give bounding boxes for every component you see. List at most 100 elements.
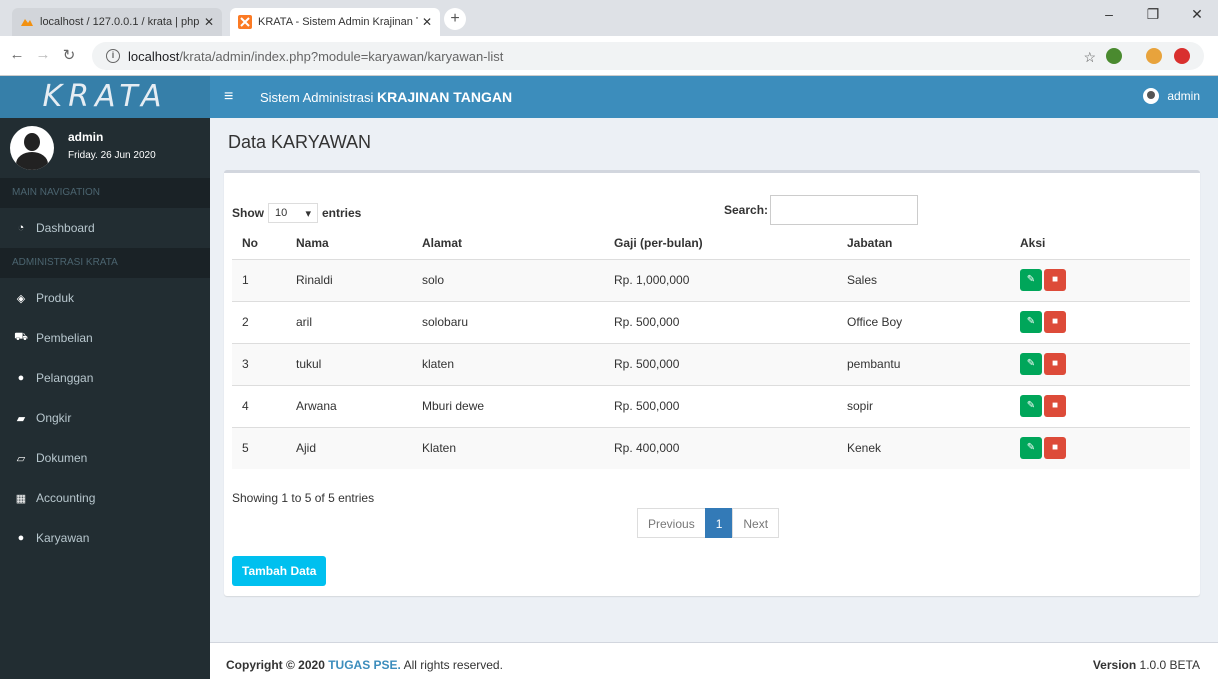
version-info: Version 1.0.0 BETA [1092,658,1200,672]
copyright: Copyright © 2020 TUGAS PSE. All rights r… [226,658,503,672]
edit-button[interactable]: ✎ [1020,437,1042,460]
cell-aksi: ✎ ■ [1010,426,1190,469]
bookmark-star-icon[interactable]: ☆ [1083,49,1096,66]
close-window-button[interactable]: ✕ [1182,6,1212,23]
cell-aksi: ✎ ■ [1010,342,1190,385]
admin-nav-header: ADMINISTRASI KRATA [0,248,210,278]
search-control: Search: [724,195,919,225]
data-box: Show 10 ▾ entries Search: No Nama Alamat … [224,170,1200,596]
cell-aksi: ✎ ■ [1010,300,1190,343]
url-path: /krata/admin/index.php?module=karyawan/k… [179,48,504,64]
sidebar-item-label: Ongkir [36,411,72,425]
system-title: Sistem Administrasi KRAJINAN TANGAN [260,89,513,105]
delete-button[interactable]: ■ [1044,353,1066,375]
main-nav-header: MAIN NAVIGATION [0,178,210,208]
sidebar: admin Friday. 26 Jun 2020 MAIN NAVIGATIO… [0,118,210,679]
reload-icon[interactable]: ↻ [60,46,78,64]
karyawan-table: No Nama Alamat Gaji (per-bulan) Jabatan … [232,227,1190,469]
entries-select[interactable]: 10 ▾ [268,203,318,223]
forward-arrow-icon[interactable]: → [34,46,52,63]
dashboard-icon: ◔ [17,222,25,234]
cell-alamat: solobaru [412,300,604,343]
app-logo[interactable]: KRATA [0,76,210,118]
user-menu[interactable]: admin [1143,88,1200,104]
cell-jabatan: Kenek [837,426,1010,469]
top-navbar: ≡ Sistem Administrasi KRAJINAN TANGAN ad… [210,76,1218,118]
delete-button[interactable]: ■ [1044,311,1066,333]
column-header: Aksi [1010,227,1190,260]
minimize-button[interactable]: – [1094,6,1124,22]
table-row: 5 Ajid Klaten Rp. 400,000 Kenek ✎ ■ [232,426,1190,469]
column-header[interactable]: Jabatan [837,227,1010,260]
show-label: Show [232,206,264,220]
delete-button[interactable]: ■ [1044,269,1066,291]
sidebar-item-dashboard[interactable]: ◔ Dashboard [0,208,210,248]
cell-alamat: klaten [412,342,604,385]
edit-button[interactable]: ✎ [1020,269,1042,291]
sidebar-item-label: Produk [36,291,75,305]
sidebar-item-karyawan[interactable]: ● Karyawan [0,518,210,558]
page-1-button[interactable]: 1 [704,508,734,538]
cell-nama: Arwana [286,384,412,427]
sidebar-item-pelanggan[interactable]: ● Pelanggan [0,358,210,398]
new-tab-button[interactable]: + [444,8,466,30]
extension-icon[interactable] [1106,48,1122,64]
cell-jabatan: sopir [837,384,1010,427]
maximize-button[interactable]: ❐ [1138,6,1168,23]
page-title: Data KARYAWAN [228,132,372,152]
profile-extension-icon[interactable] [1146,48,1162,64]
tambah-data-button[interactable]: Tambah Data [232,556,327,586]
sidebar-item-pembelian[interactable]: ⛟ Pembelian [0,318,210,358]
brand-link[interactable]: TUGAS PSE. [328,658,401,672]
info-icon[interactable]: i [106,49,120,63]
previous-page-button[interactable]: Previous [637,508,706,538]
tab-close-icon[interactable]: ✕ [422,15,432,29]
sidebar-item-label: Pembelian [36,331,93,345]
main-content: Data KARYAWAN Show 10 ▾ entries Search: N… [210,118,1218,638]
shopping-cart-icon: ⛟ [14,331,28,343]
column-header[interactable]: No [232,227,286,260]
cell-gaji: Rp. 500,000 [604,300,837,343]
table-header-row: No Nama Alamat Gaji (per-bulan) Jabatan … [232,227,1190,260]
edit-button[interactable]: ✎ [1020,395,1042,417]
sidebar-item-label: Dokumen [36,451,88,465]
sidebar-item-ongkir[interactable]: ▰ Ongkir [0,398,210,438]
tab-title: KRATA - Sistem Admin Krajinan T [258,16,418,28]
browser-tab-krata[interactable]: KRATA - Sistem Admin Krajinan T ✕ [230,8,440,36]
sidebar-item-label: Accounting [36,491,96,505]
chevron-down-icon: ▾ [305,207,311,220]
cell-nama: Ajid [286,426,412,469]
edit-button[interactable]: ✎ [1020,353,1042,375]
delete-button[interactable]: ■ [1044,395,1066,417]
column-header[interactable]: Alamat [412,227,604,260]
sidebar-item-label: Karyawan [36,531,90,545]
url-input[interactable]: i localhost/krata/admin/index.php?module… [92,42,1204,70]
sidebar-item-produk[interactable]: ◈ Produk [0,278,210,318]
sidebar-item-accounting[interactable]: ▦ Accounting [0,478,210,518]
cell-nama: Rinaldi [286,258,412,301]
table-row: 4 Arwana Mburi dewe Rp. 500,000 sopir ✎ ■ [232,384,1190,427]
sidebar-item-label: Dashboard [36,221,95,235]
cell-gaji: Rp. 500,000 [604,384,837,427]
opera-extension-icon[interactable] [1174,48,1190,64]
tab-close-icon[interactable]: ✕ [204,15,214,29]
back-arrow-icon[interactable]: ← [8,46,26,63]
browser-tab-phpmyadmin[interactable]: localhost / 127.0.0.1 / krata | php ✕ [12,8,222,36]
column-header[interactable]: Nama [286,227,412,260]
table-row: 1 Rinaldi solo Rp. 1,000,000 Sales ✎ ■ [232,258,1190,301]
avatar [10,126,54,170]
sidebar-date: Friday. 26 Jun 2020 [68,150,156,161]
edit-button[interactable]: ✎ [1020,311,1042,333]
sidebar-toggle-icon[interactable]: ≡ [224,88,233,106]
user-icon: ● [17,532,25,544]
cell-alamat: Mburi dewe [412,384,604,427]
next-page-button[interactable]: Next [732,508,780,538]
user-name: admin [1167,89,1200,103]
cell-jabatan: pembantu [837,342,1010,385]
user-panel: admin Friday. 26 Jun 2020 [0,118,210,178]
book-icon: ▱ [16,452,26,465]
column-header[interactable]: Gaji (per-bulan) [604,227,837,260]
delete-button[interactable]: ■ [1044,437,1066,460]
sidebar-item-dokumen[interactable]: ▱ Dokumen [0,438,210,478]
search-input[interactable] [770,195,919,225]
